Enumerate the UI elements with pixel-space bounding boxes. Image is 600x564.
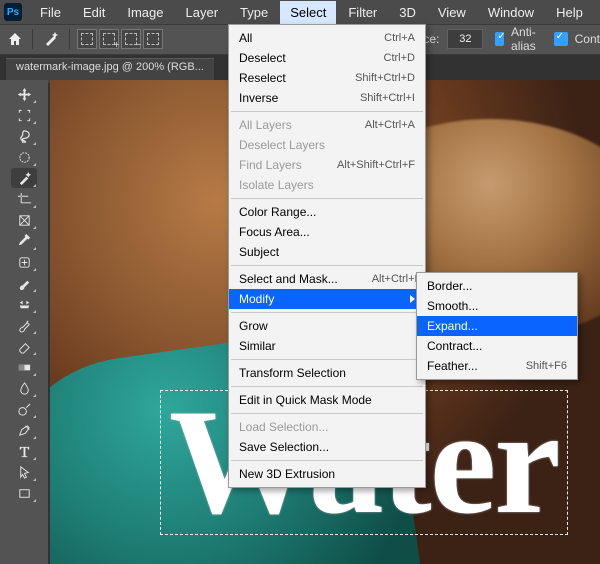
submenu-arrow-icon (410, 295, 415, 303)
select-similar[interactable]: Similar (229, 336, 425, 356)
contiguous-box[interactable] (554, 32, 568, 46)
healing-brush-tool[interactable] (11, 252, 37, 272)
select-reselect[interactable]: Reselect Shift+Ctrl+D (229, 68, 425, 88)
modify-border[interactable]: Border... (417, 276, 577, 296)
select-edit-quick-mask[interactable]: Edit in Quick Mask Mode (229, 390, 425, 410)
move-tool[interactable] (11, 84, 37, 104)
select-and-mask[interactable]: Select and Mask... Alt+Ctrl+R (229, 269, 425, 289)
select-save-selection[interactable]: Save Selection... (229, 437, 425, 457)
frame-tool[interactable] (11, 210, 37, 230)
sel-mode-intersect[interactable] (143, 29, 163, 49)
modify-contract[interactable]: Contract... (417, 336, 577, 356)
divider (69, 29, 70, 49)
menu-sep (231, 413, 423, 414)
history-brush-tool[interactable] (11, 315, 37, 335)
select-menu-dropdown: All Ctrl+A Deselect Ctrl+D Reselect Shif… (228, 24, 426, 488)
tolerance-input[interactable] (447, 29, 483, 49)
select-color-range[interactable]: Color Range... (229, 202, 425, 222)
contiguous-label: Cont (575, 32, 600, 46)
pen-tool[interactable] (11, 420, 37, 440)
magic-wand-tool[interactable] (11, 168, 37, 188)
menu-filter[interactable]: Filter (338, 1, 387, 24)
gradient-tool[interactable] (11, 357, 37, 377)
menu-sep (231, 198, 423, 199)
select-focus-area[interactable]: Focus Area... (229, 222, 425, 242)
menu-sep (231, 386, 423, 387)
eraser-tool[interactable] (11, 336, 37, 356)
sel-mode-subtract[interactable] (121, 29, 141, 49)
crop-tool[interactable] (11, 189, 37, 209)
select-transform-selection[interactable]: Transform Selection (229, 363, 425, 383)
menu-edit[interactable]: Edit (73, 1, 115, 24)
anti-alias-label: Anti-alias (511, 25, 542, 53)
select-inverse[interactable]: Inverse Shift+Ctrl+I (229, 88, 425, 108)
menu-type[interactable]: Type (230, 1, 278, 24)
divider (32, 29, 33, 49)
eyedropper-tool[interactable] (11, 231, 37, 251)
menu-sep (231, 359, 423, 360)
menu-image[interactable]: Image (117, 1, 173, 24)
anti-alias-checkbox[interactable]: Anti-alias (491, 25, 541, 53)
select-new-3d-extrusion[interactable]: New 3D Extrusion (229, 464, 425, 484)
select-all-layers: All Layers Alt+Ctrl+A (229, 115, 425, 135)
select-deselect-layers: Deselect Layers (229, 135, 425, 155)
select-subject[interactable]: Subject (229, 242, 425, 262)
select-find-layers: Find Layers Alt+Shift+Ctrl+F (229, 155, 425, 175)
select-deselect[interactable]: Deselect Ctrl+D (229, 48, 425, 68)
modify-expand[interactable]: Expand... (417, 316, 577, 336)
modify-smooth[interactable]: Smooth... (417, 296, 577, 316)
menu-file[interactable]: File (30, 1, 71, 24)
menu-sep (231, 265, 423, 266)
current-tool-icon[interactable] (41, 27, 61, 51)
modify-feather[interactable]: Feather... Shift+F6 (417, 356, 577, 376)
menu-view[interactable]: View (428, 1, 476, 24)
contiguous-checkbox[interactable]: Cont (550, 29, 600, 49)
home-button[interactable] (6, 27, 24, 51)
select-modify[interactable]: Modify (229, 289, 425, 309)
modify-submenu: Border... Smooth... Expand... Contract..… (416, 272, 578, 380)
rectangle-tool[interactable] (11, 483, 37, 503)
menu-sep (231, 111, 423, 112)
sel-mode-new[interactable] (77, 29, 97, 49)
sel-mode-add[interactable] (99, 29, 119, 49)
selection-mode-group (77, 29, 163, 49)
menu-sep (231, 312, 423, 313)
path-select-tool[interactable] (11, 462, 37, 482)
brush-tool[interactable] (11, 273, 37, 293)
menu-sep (231, 460, 423, 461)
blur-tool[interactable] (11, 378, 37, 398)
menu-3d[interactable]: 3D (389, 1, 426, 24)
quick-select-tool[interactable] (11, 147, 37, 167)
menu-window[interactable]: Window (478, 1, 544, 24)
menu-help[interactable]: Help (546, 1, 593, 24)
select-load-selection: Load Selection... (229, 417, 425, 437)
tools-panel (0, 80, 48, 564)
lasso-tool[interactable] (11, 126, 37, 146)
dodge-tool[interactable] (11, 399, 37, 419)
app-logo: Ps (4, 3, 22, 21)
clone-stamp-tool[interactable] (11, 294, 37, 314)
type-tool[interactable] (11, 441, 37, 461)
menu-layer[interactable]: Layer (176, 1, 229, 24)
marquee-tool[interactable] (11, 105, 37, 125)
anti-alias-box[interactable] (495, 32, 504, 46)
select-isolate-layers: Isolate Layers (229, 175, 425, 195)
select-grow[interactable]: Grow (229, 316, 425, 336)
menu-select[interactable]: Select (280, 1, 336, 24)
select-all[interactable]: All Ctrl+A (229, 28, 425, 48)
menubar: Ps File Edit Image Layer Type Select Fil… (0, 0, 600, 25)
